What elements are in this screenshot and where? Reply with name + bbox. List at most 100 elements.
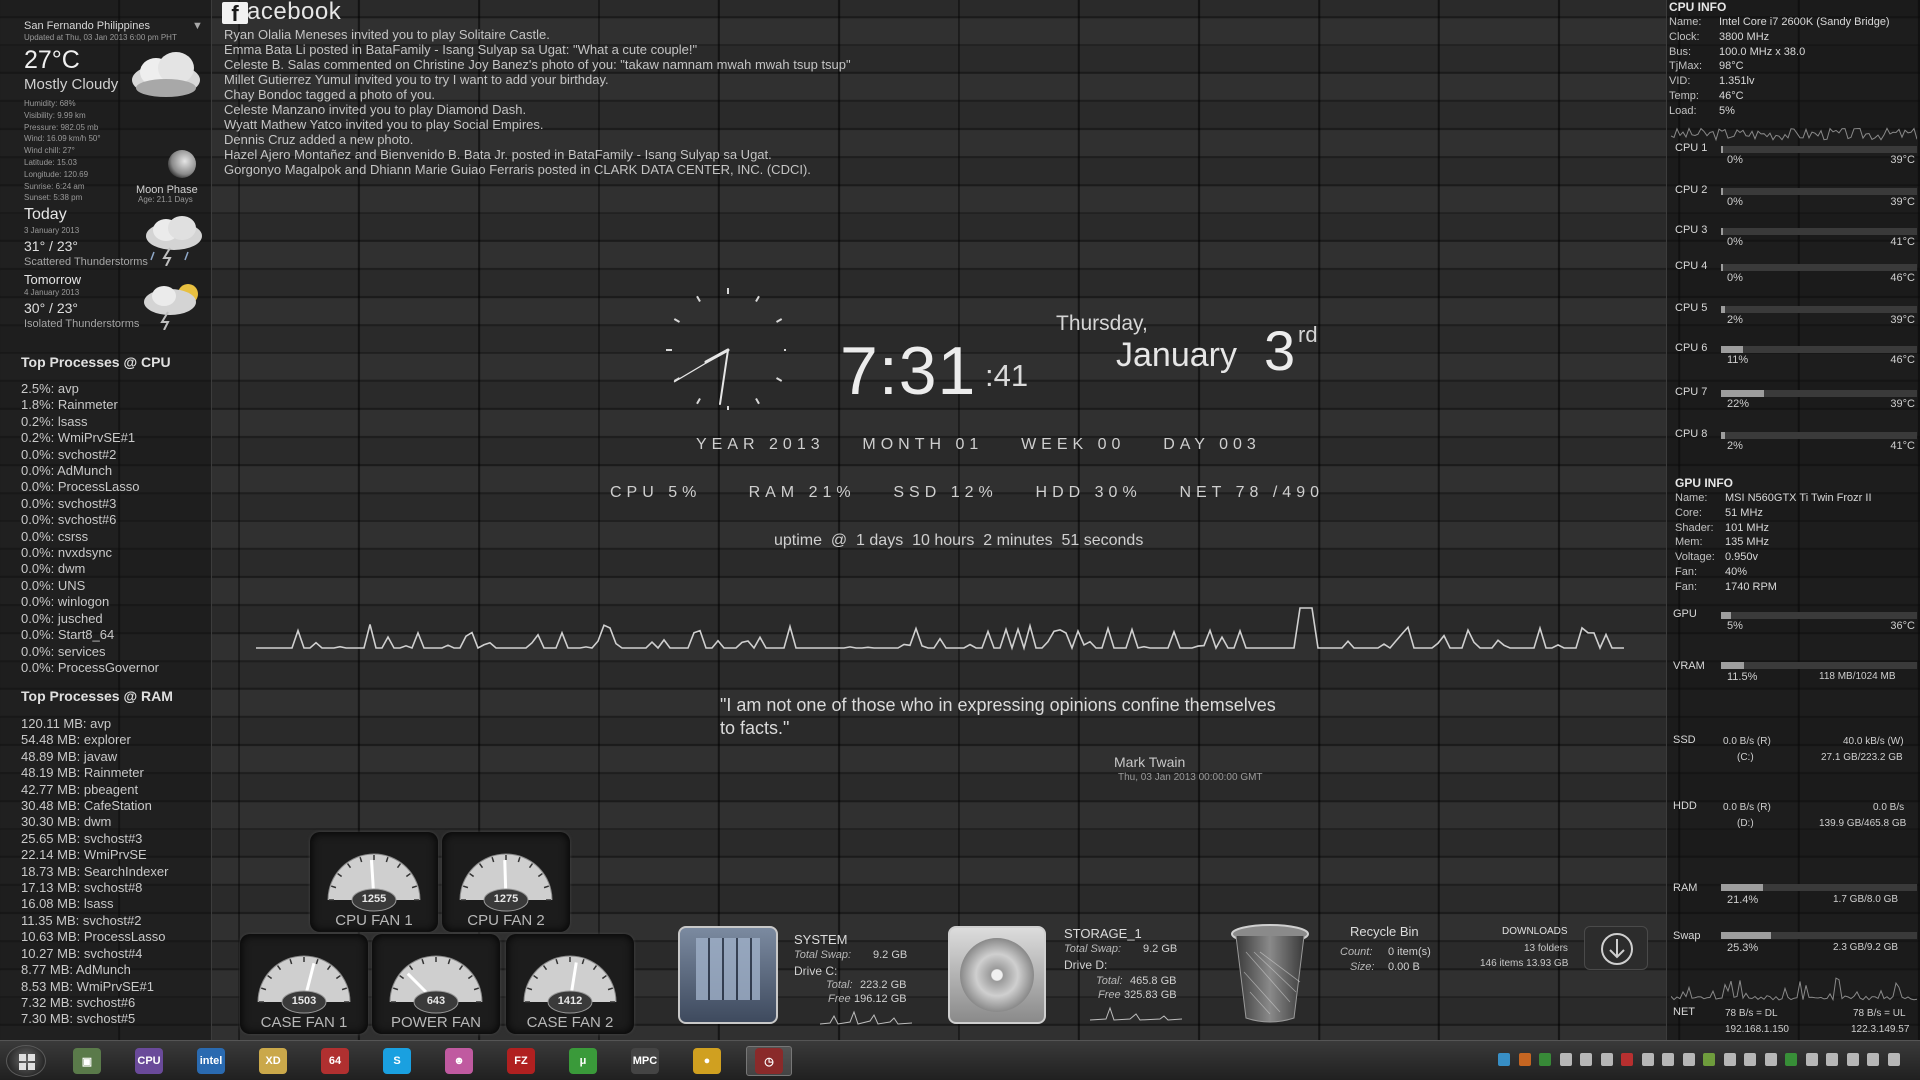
system-tray-icon[interactable] xyxy=(1641,1053,1654,1066)
weather-detail-row: Latitude: 15.03 xyxy=(24,157,77,167)
clock-tick xyxy=(755,397,760,405)
swap-fill xyxy=(1721,932,1771,939)
system-tray-icon[interactable] xyxy=(1846,1053,1859,1066)
recycle-bin-icon[interactable] xyxy=(1230,922,1310,1026)
system-tray-icon[interactable] xyxy=(1498,1053,1510,1066)
gpu-info-key: Mem: xyxy=(1675,536,1703,549)
facebook-title[interactable]: acebook xyxy=(247,0,341,26)
forecast-tomorrow-date: 4 January 2013 xyxy=(24,288,80,297)
facebook-feed-item[interactable]: Celeste B. Salas commented on Christine … xyxy=(224,57,851,72)
facebook-logo-icon[interactable]: f xyxy=(222,2,248,26)
cpu-core-bar xyxy=(1721,264,1917,271)
clock-time: 7:31 xyxy=(840,333,977,409)
system-tray-icon[interactable] xyxy=(1682,1053,1695,1066)
cpu-z-icon: CPU xyxy=(135,1048,163,1074)
gpu-info-value: 1740 RPM xyxy=(1725,580,1777,593)
system-tray-icon[interactable] xyxy=(1785,1053,1797,1066)
date-month: January xyxy=(1116,336,1237,374)
taskbar-app-filezilla[interactable]: FZ xyxy=(498,1046,544,1076)
taskbar-app-chrome[interactable]: ● xyxy=(684,1046,730,1076)
gpu-info-value: 40% xyxy=(1725,566,1748,578)
moon-phase-age: Age: 21.1 Days xyxy=(138,195,193,204)
taskbar-app-game[interactable]: ☻ xyxy=(436,1046,482,1076)
weather-detail-row: Visibility: 9.99 km xyxy=(24,110,86,120)
system-tray-icon[interactable] xyxy=(1600,1053,1613,1066)
system-tray-icon[interactable] xyxy=(1764,1053,1777,1066)
facebook-feed-item[interactable]: Hazel Ajero Montañez and Bienvenido B. B… xyxy=(224,147,851,162)
system-tray-icon[interactable] xyxy=(1867,1053,1879,1066)
cpu-core-pct: 0% xyxy=(1727,196,1743,208)
system-tray-icon[interactable] xyxy=(1518,1053,1531,1066)
quote-author: Mark Twain xyxy=(1114,754,1186,770)
ram-process-item: 16.08 MB: lsass xyxy=(21,896,114,912)
cpu-info-value: 5% xyxy=(1719,104,1735,117)
fan-gauge: 643 POWER FAN xyxy=(372,934,500,1034)
cpu-info-key: Name: xyxy=(1669,16,1702,28)
weather-menu-caret-icon[interactable]: ▼ xyxy=(192,20,203,32)
taskbar-app-cpu-z[interactable]: CPU xyxy=(126,1046,172,1076)
windows-logo-icon xyxy=(19,1054,35,1070)
taskbar-app-monitor[interactable]: ▣ xyxy=(64,1046,110,1076)
facebook-feed-item[interactable]: Dennis Cruz added a new photo. xyxy=(224,132,851,147)
system-tray-icon[interactable] xyxy=(1744,1053,1756,1066)
system-tray-icon[interactable] xyxy=(1805,1053,1818,1066)
gpu-info-value: 51 MHz xyxy=(1725,506,1763,519)
facebook-feed-item[interactable]: Chay Bondoc tagged a photo of you. xyxy=(224,87,851,102)
facebook-feed-item[interactable]: Emma Bata Li posted in BataFamily - Isan… xyxy=(224,42,851,57)
cpu-info-key: VID: xyxy=(1669,75,1691,88)
system-tray-icon[interactable] xyxy=(1887,1053,1900,1066)
net-label: NET xyxy=(1673,1006,1695,1018)
storage-drive-icon[interactable] xyxy=(948,926,1046,1024)
cpu-info-key: Clock: xyxy=(1669,30,1700,43)
cpu-core-bar-fill xyxy=(1721,432,1725,439)
net-upload: 78 B/s = UL xyxy=(1853,1008,1906,1019)
downloads-items: 146 items 13.93 GB xyxy=(1480,958,1569,969)
weather-detail-row: Pressure: 982.05 mb xyxy=(24,122,99,132)
xd-icon: XD xyxy=(259,1048,287,1074)
system-tray-icon[interactable] xyxy=(1826,1053,1838,1066)
ram-process-item: 7.30 MB: svchost#5 xyxy=(21,1011,136,1027)
system-tray-icon[interactable] xyxy=(1621,1053,1633,1066)
facebook-feed-item[interactable]: Ryan Olalia Meneses invited you to play … xyxy=(224,27,851,42)
system-tray-icon[interactable] xyxy=(1580,1053,1592,1066)
system-tray-icon[interactable] xyxy=(1662,1053,1674,1066)
clock-tick xyxy=(755,295,760,303)
downloads-button[interactable] xyxy=(1584,926,1648,970)
system-tray-icon[interactable] xyxy=(1539,1053,1551,1066)
system-drive-icon[interactable] xyxy=(678,926,778,1024)
date-day: 3 xyxy=(1264,319,1296,382)
clock-second-hand xyxy=(673,349,729,383)
facebook-feed: Ryan Olalia Meneses invited you to play … xyxy=(224,27,851,177)
ram-process-item: 25.65 MB: svchost#3 xyxy=(21,830,143,846)
ram-process-item: 10.63 MB: ProcessLasso xyxy=(21,929,166,945)
taskbar-app-xd[interactable]: XD xyxy=(250,1046,296,1076)
system-total-value: 223.2 GB xyxy=(860,979,907,991)
cpu-core-bar-fill xyxy=(1721,228,1723,235)
facebook-feed-item[interactable]: Millet Gutierrez Yumul invited you to tr… xyxy=(224,72,851,87)
taskbar-app-utorrent[interactable]: μ xyxy=(560,1046,606,1076)
start-button[interactable] xyxy=(6,1045,46,1077)
system-tray-icon[interactable] xyxy=(1723,1053,1736,1066)
intel-icon: intel xyxy=(197,1048,225,1074)
taskbar-app-intel[interactable]: intel xyxy=(188,1046,234,1076)
taskbar-app-64[interactable]: 64 xyxy=(312,1046,358,1076)
gpu-info-value: 101 MHz xyxy=(1725,521,1770,534)
taskbar-app-skype[interactable]: S xyxy=(374,1046,420,1076)
recycle-bin-title: Recycle Bin xyxy=(1350,924,1419,939)
cloud-icon xyxy=(132,52,200,97)
cpu-core-bar-fill xyxy=(1721,264,1723,271)
facebook-feed-item[interactable]: Gorgonyo Magalpok and Dhiann Marie Guiao… xyxy=(224,162,851,177)
clock-tick xyxy=(696,397,701,405)
system-tray-icon[interactable] xyxy=(1559,1053,1572,1066)
cpu-load-graph xyxy=(1671,127,1917,142)
taskbar-app-app-clock[interactable]: ◷ xyxy=(746,1046,792,1076)
cpu-core-pct: 0% xyxy=(1727,272,1743,284)
cpu-core-temp: 46°C xyxy=(1890,272,1915,284)
facebook-feed-item[interactable]: Celeste Manzano invited you to play Diam… xyxy=(224,102,851,117)
cpu-core-temp: 41°C xyxy=(1890,440,1915,452)
taskbar-app-mpc[interactable]: MPC xyxy=(622,1046,668,1076)
gpu-info-key: Core: xyxy=(1675,506,1702,519)
system-tray-icon[interactable] xyxy=(1703,1053,1715,1066)
fan-rpm: 1255 xyxy=(361,893,387,905)
facebook-feed-item[interactable]: Wyatt Mathew Yatco invited you to play S… xyxy=(224,117,851,132)
